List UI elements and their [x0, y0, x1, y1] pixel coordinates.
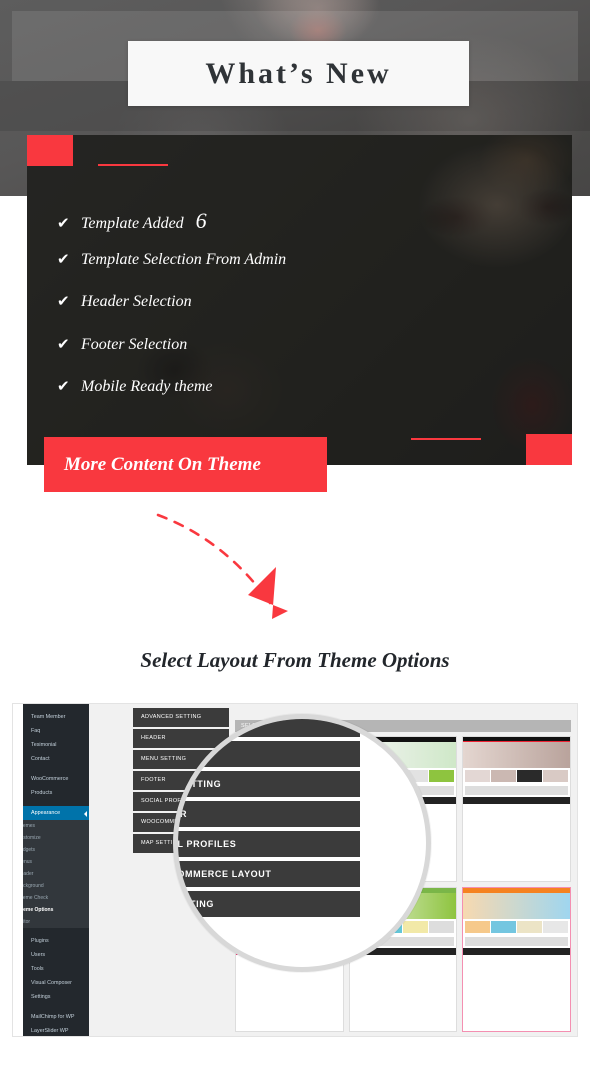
sidebar-item-visual-composer[interactable]: Visual Composer [23, 976, 89, 990]
sidebar-subitem-theme-check[interactable]: Theme Check [23, 892, 89, 904]
decoration-line-top-left [98, 164, 168, 166]
sidebar-item-layerslider-wp[interactable]: LayerSlider WP [23, 1024, 89, 1036]
decoration-square-top-left [27, 135, 73, 166]
list-item: ✔ Footer Selection [57, 336, 477, 379]
decoration-line-bottom-right [411, 438, 481, 440]
sidebar-item-settings[interactable]: Settings [23, 990, 89, 1004]
check-icon: ✔ [57, 249, 70, 268]
sidebar-item-tools[interactable]: Tools [23, 962, 89, 976]
thumb-strip [465, 786, 568, 795]
list-item: ✔ Mobile Ready theme [57, 378, 477, 421]
magnified-row-social-profiles[interactable]: SOCIAL PROFILES [178, 831, 360, 857]
thumb-tile [465, 920, 491, 933]
magnified-row-footer[interactable]: FOOTER [178, 801, 360, 827]
magnifier-content: ADVANCED SETTING HEADER MENU SETTING FOO… [178, 719, 426, 921]
thumb-tile [429, 920, 455, 933]
thumb-hero [463, 892, 570, 919]
sidebar-subitem-themes[interactable]: Themes [23, 820, 89, 832]
thumb-tiles [463, 919, 570, 935]
sidebar-item-mailchimp-for-wp[interactable]: MailChimp for WP [23, 1010, 89, 1024]
sidebar-item-plugins[interactable]: Plugins [23, 934, 89, 948]
feature-label: Template Selection From Admin [81, 250, 287, 268]
theme-layout-thumbnail-6[interactable] [462, 886, 571, 1032]
sidebar-item-users[interactable]: Users [23, 948, 89, 962]
check-icon: ✔ [57, 377, 70, 395]
feature-count: 6 [195, 208, 207, 233]
sidebar-subitem-menus[interactable]: Menus [23, 856, 89, 868]
sidebar-item-contact[interactable]: Contact [23, 752, 89, 766]
sidebar-item-team-member[interactable]: Team Member [23, 710, 89, 724]
sidebar-subitem-widgets[interactable]: Widgets [23, 844, 89, 856]
feature-panel: ✔ Template Added 6 ✔ Template Selection … [27, 135, 572, 465]
check-icon: ✔ [57, 334, 70, 353]
sidebar-item-appearance[interactable]: Appearance [23, 806, 89, 820]
thumb-tiles [463, 768, 570, 784]
feature-label: Template Added [81, 215, 184, 232]
theme-options-screenshot: Team Member Faq Tesimonial Contact WooCo… [12, 703, 578, 1037]
thumb-hero [463, 742, 570, 768]
check-icon: ✔ [57, 214, 70, 232]
feature-list: ✔ Template Added 6 ✔ Template Selection … [57, 208, 477, 421]
thumb-strip [465, 936, 568, 946]
magnified-row-woocommerce-layout[interactable]: WOOCOMMERCE LAYOUT [178, 861, 360, 887]
thumb-tile [429, 770, 455, 782]
decoration-square-bottom-right [526, 434, 572, 465]
page-title-card: What’s New [128, 41, 469, 106]
sidebar-item-tesimonial[interactable]: Tesimonial [23, 738, 89, 752]
page-title: What’s New [205, 56, 392, 90]
list-item: ✔ Template Added 6 [57, 208, 477, 251]
theme-layout-thumbnail-3[interactable] [462, 736, 571, 882]
thumb-tile [491, 770, 517, 782]
list-item: ✔ Template Selection From Admin [57, 251, 477, 294]
magnified-row-menu-setting[interactable]: MENU SETTING [178, 771, 360, 797]
sidebar-subitem-background[interactable]: Background [23, 880, 89, 892]
sidebar-subitem-customize[interactable]: Customize [23, 832, 89, 844]
more-content-on-theme-button[interactable]: More Content On Theme [44, 437, 327, 492]
thumb-tile [491, 920, 517, 933]
sidebar-item-woocommerce[interactable]: WooCommerce [23, 772, 89, 786]
thumb-tile [403, 920, 429, 933]
thumb-footer [463, 797, 570, 804]
magnified-row-header[interactable]: HEADER [178, 741, 360, 767]
thumb-footer [463, 947, 570, 955]
page-root: What’s New ✔ Template Added 6 ✔ Template… [0, 0, 590, 1080]
thumb-tile [465, 770, 491, 782]
list-item: ✔ Header Selection [57, 293, 477, 336]
curved-arrow-icon [156, 513, 288, 619]
magnified-row-map-setting[interactable]: MAP SETTING [178, 891, 360, 917]
thumb-tile [543, 770, 568, 782]
sidebar-subitem-editor[interactable]: Editor [23, 916, 89, 928]
wordpress-admin-sidebar: Team Member Faq Tesimonial Contact WooCo… [23, 704, 89, 1036]
sidebar-item-products[interactable]: Products [23, 786, 89, 800]
thumb-tile [517, 920, 543, 933]
theme-options-body: ADVANCED SETTING HEADER MENU SETTING FOO… [89, 704, 577, 1036]
sidebar-item-faq[interactable]: Faq [23, 724, 89, 738]
sidebar-subitem-header[interactable]: Header [23, 868, 89, 880]
sidebar-subitem-theme-options[interactable]: Theme Options [23, 904, 89, 916]
feature-label: Header Selection [81, 293, 192, 310]
feature-label: Mobile Ready theme [81, 378, 213, 395]
thumb-tile [517, 770, 543, 782]
check-icon: ✔ [57, 292, 70, 310]
section-heading: Select Layout From Theme Options [140, 648, 450, 672]
cta-label: More Content On Theme [64, 453, 261, 475]
feature-label: Footer Selection [81, 335, 188, 353]
magnifier-lens: ADVANCED SETTING HEADER MENU SETTING FOO… [173, 714, 431, 972]
thumb-tile [543, 920, 568, 933]
